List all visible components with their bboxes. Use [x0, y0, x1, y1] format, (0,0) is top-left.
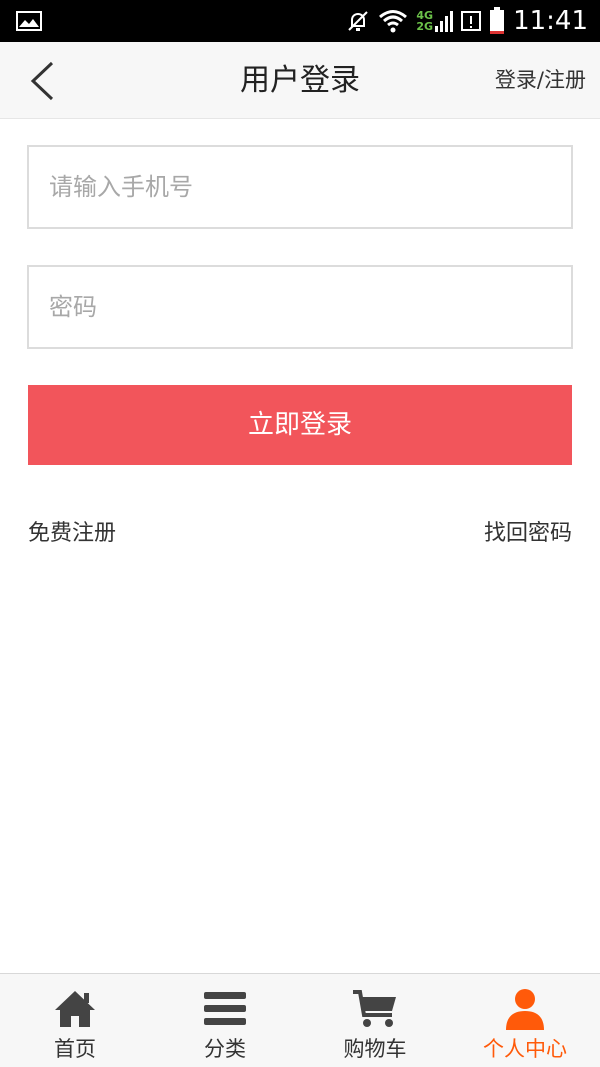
alert-icon — [461, 9, 482, 33]
image-notification-icon — [16, 11, 42, 31]
forgot-password-link[interactable]: 找回密码 — [484, 515, 572, 547]
tab-profile-label: 个人中心 — [483, 1037, 567, 1061]
status-bar: 4G 2G 11:41 — [0, 0, 600, 42]
menu-icon — [204, 992, 246, 1025]
clock: 11:41 — [513, 6, 588, 36]
wifi-icon — [378, 9, 408, 33]
network-2g-label: 2G — [416, 20, 434, 33]
user-icon — [506, 989, 544, 1030]
register-link[interactable]: 免费注册 — [28, 515, 116, 547]
battery-icon — [489, 7, 505, 35]
home-icon — [55, 991, 95, 1027]
cart-icon — [353, 990, 396, 1027]
tab-cart[interactable]: 购物车 — [300, 974, 450, 1067]
tab-cart-label: 购物车 — [343, 1037, 407, 1061]
back-button[interactable] — [18, 56, 66, 106]
tab-profile[interactable]: 个人中心 — [450, 974, 600, 1067]
chevron-left-icon — [30, 61, 54, 101]
login-register-link[interactable]: 登录/注册 — [495, 42, 586, 119]
password-field — [27, 265, 573, 349]
phone-field — [27, 145, 573, 229]
bottom-tab-bar: 首页 分类 购物车 个人中心 — [0, 973, 600, 1067]
phone-input[interactable] — [29, 147, 571, 227]
app-header: 用户登录 登录/注册 — [0, 42, 600, 119]
login-button[interactable]: 立即登录 — [28, 385, 572, 465]
tab-category[interactable]: 分类 — [150, 974, 300, 1067]
signal-icon — [435, 9, 454, 33]
password-input[interactable] — [29, 267, 571, 347]
bell-muted-icon — [346, 9, 370, 33]
tab-home-label: 首页 — [54, 1037, 96, 1061]
network-type-indicator: 4G 2G — [416, 10, 433, 32]
tab-category-label: 分类 — [204, 1037, 246, 1061]
tab-home[interactable]: 首页 — [0, 974, 150, 1067]
